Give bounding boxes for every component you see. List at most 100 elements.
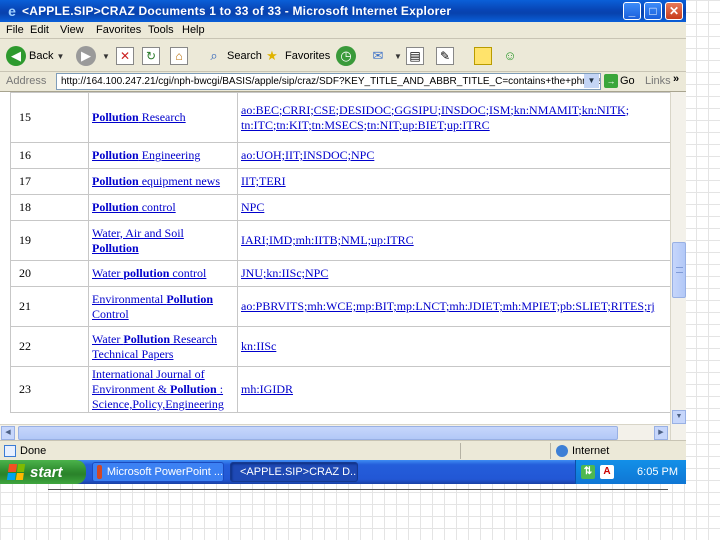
title-segment[interactable]: Pollution (166, 292, 213, 306)
title-segment[interactable]: Technical Papers (92, 347, 173, 361)
messenger-button[interactable]: ☺ (500, 45, 523, 67)
menu-help[interactable]: Help (182, 24, 205, 36)
links-more-icon[interactable]: » (673, 73, 679, 85)
journal-title-link[interactable]: Environmental Pollution Control (88, 286, 238, 327)
go-button[interactable]: → Go (604, 74, 635, 88)
row-number: 23 (10, 366, 89, 413)
links-label[interactable]: Links (645, 75, 671, 87)
title-segment[interactable]: pollution (123, 266, 169, 280)
title-segment[interactable]: Control (92, 307, 129, 321)
title-segment[interactable]: Science,Policy,Engineering (92, 397, 224, 411)
title-segment[interactable]: control (139, 200, 176, 214)
discuss-button[interactable] (474, 45, 492, 67)
title-segment[interactable]: Engineering (139, 148, 201, 162)
title-segment[interactable]: Pollution (123, 332, 170, 346)
forward-button[interactable]: ▶ ▼ (76, 45, 110, 67)
home-icon: ⌂ (170, 47, 188, 65)
journal-title-link[interactable]: Pollution Research (88, 92, 238, 143)
favorites-button[interactable]: ★ Favorites (262, 45, 330, 67)
taskbar-item-browser[interactable]: <APPLE.SIP>CRAZ D... (230, 462, 358, 482)
menu-view[interactable]: View (60, 24, 84, 36)
title-segment[interactable]: control (169, 266, 206, 280)
refresh-button[interactable]: ↻ (142, 45, 160, 67)
library-code-link[interactable]: JNU;kn:IISc;NPC (241, 266, 670, 281)
mail-button[interactable]: ✉ ▼ (368, 45, 402, 67)
edit-button[interactable]: ✎ (436, 45, 454, 67)
home-button[interactable]: ⌂ (170, 45, 188, 67)
library-code-link[interactable]: mh:IGIDR (241, 382, 670, 397)
library-codes: ao:UOH;IIT;INSDOC;NPC (237, 142, 670, 169)
title-segment[interactable]: Environment & (92, 382, 170, 396)
menu-file[interactable]: File (6, 24, 24, 36)
title-segment[interactable]: Water, Air and Soil (92, 226, 184, 240)
scroll-down-arrow-icon[interactable]: ▼ (672, 410, 686, 424)
journal-title-link[interactable]: Water, Air and Soil Pollution (88, 220, 238, 261)
address-input[interactable]: http://164.100.247.21/cgi/nph-bwcgi/BASI… (56, 73, 601, 90)
horizontal-scroll-thumb[interactable] (18, 426, 618, 440)
journal-title-link[interactable]: Pollution equipment news (88, 168, 238, 195)
row-number: 22 (10, 326, 89, 367)
title-bar[interactable]: e <APPLE.SIP>CRAZ Documents 1 to 33 of 3… (0, 0, 686, 22)
title-segment[interactable]: Pollution (92, 148, 139, 162)
library-code-link[interactable]: tn:ITC;tn:KIT;tn:MSECS;tn:NIT;up:BIET;up… (241, 118, 670, 133)
row-number: 21 (10, 286, 89, 327)
journal-title-link[interactable]: Water Pollution Research Technical Papers (88, 326, 238, 367)
title-segment[interactable]: Pollution (92, 174, 139, 188)
title-segment[interactable]: Environmental (92, 292, 166, 306)
go-label: Go (620, 75, 635, 87)
print-button[interactable]: ▤ (406, 45, 424, 67)
scroll-left-arrow-icon[interactable]: ◀ (1, 426, 15, 440)
journal-title-link[interactable]: International Journal of Environment & Po… (88, 366, 238, 413)
title-segment[interactable]: Pollution (92, 200, 139, 214)
menu-tools[interactable]: Tools (148, 24, 174, 36)
row-number: 15 (10, 92, 89, 143)
table-row: 20 Water pollution control JNU;kn:IISc;NPC (10, 260, 670, 287)
close-button[interactable]: ✕ (665, 2, 683, 20)
library-code-link[interactable]: kn:IISc (241, 339, 670, 354)
tray-acrobat-icon[interactable]: A (600, 465, 614, 479)
journal-title-link[interactable]: Water pollution control (88, 260, 238, 287)
status-separator (460, 443, 461, 459)
search-button[interactable]: ⌕ Search (204, 45, 262, 67)
address-bar: Address http://164.100.247.21/cgi/nph-bw… (0, 72, 686, 92)
minimize-button[interactable]: _ (623, 2, 641, 20)
library-code-link[interactable]: ao:PBRVITS;mh:WCE;mp:BIT;mp:LNCT;mh:JDIE… (241, 299, 670, 314)
title-segment[interactable]: : (217, 382, 223, 396)
title-segment[interactable]: Research (139, 110, 186, 124)
library-code-link[interactable]: ao:BEC;CRRI;CSE;DESIDOC;GGSIPU;INSDOC;IS… (241, 103, 670, 118)
title-segment[interactable]: Pollution (92, 110, 139, 124)
library-code-link[interactable]: ao:UOH;IIT;INSDOC;NPC (241, 148, 670, 163)
vertical-scroll-thumb[interactable] (672, 242, 686, 298)
maximize-button[interactable]: □ (644, 2, 662, 20)
tray-network-icon[interactable]: ⇅ (581, 465, 595, 479)
title-segment[interactable]: International Journal of (92, 367, 205, 381)
title-segment[interactable]: Pollution (170, 382, 217, 396)
taskbar-item-label: <APPLE.SIP>CRAZ D... (240, 466, 358, 478)
title-segment[interactable]: Water (92, 332, 123, 346)
chevron-down-icon: ▼ (394, 51, 402, 61)
title-segment[interactable]: Water (92, 266, 123, 280)
scroll-right-arrow-icon[interactable]: ▶ (654, 426, 668, 440)
title-segment[interactable]: Pollution (92, 241, 139, 255)
horizontal-scrollbar[interactable]: ◀ ▶ (0, 424, 670, 440)
address-dropdown-icon[interactable]: ▼ (584, 74, 599, 88)
journal-title-link[interactable]: Pollution Engineering (88, 142, 238, 169)
title-segment[interactable]: equipment news (139, 174, 220, 188)
title-segment[interactable]: Research (170, 332, 217, 346)
taskbar: start Microsoft PowerPoint ... <APPLE.SI… (0, 460, 686, 484)
vertical-scrollbar[interactable]: ▼ (670, 92, 686, 440)
stop-button[interactable]: ✕ (116, 45, 134, 67)
menu-edit[interactable]: Edit (30, 24, 49, 36)
slide-divider (48, 489, 668, 490)
library-code-link[interactable]: NPC (241, 200, 670, 215)
table-row: 17 Pollution equipment news IIT;TERI (10, 168, 670, 195)
start-button[interactable]: start (0, 460, 86, 484)
history-button[interactable]: ◷ (336, 45, 359, 67)
taskbar-item-powerpoint[interactable]: Microsoft PowerPoint ... (92, 462, 224, 482)
toolbar: ◀ Back ▼ ▶ ▼ ✕ ↻ ⌂ ⌕ Search ★ Favorites … (0, 39, 686, 72)
back-button[interactable]: ◀ Back ▼ (6, 45, 64, 67)
library-code-link[interactable]: IARI;IMD;mh:IITB;NML;up:ITRC (241, 233, 670, 248)
journal-title-link[interactable]: Pollution control (88, 194, 238, 221)
library-code-link[interactable]: IIT;TERI (241, 174, 670, 189)
menu-favorites[interactable]: Favorites (96, 24, 141, 36)
